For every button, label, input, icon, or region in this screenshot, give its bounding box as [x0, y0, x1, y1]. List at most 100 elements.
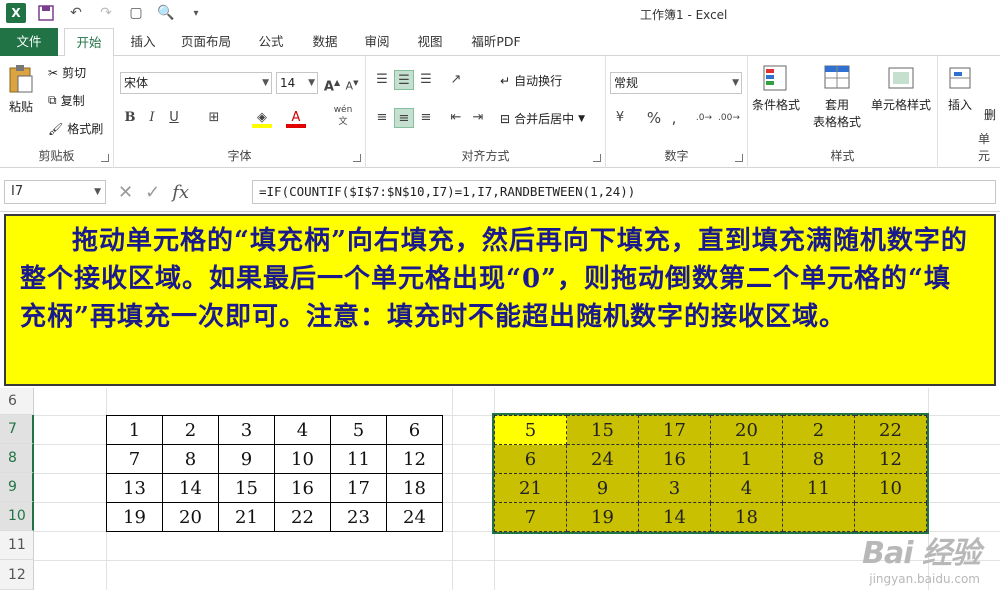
tab-view[interactable]: 视图: [415, 28, 445, 56]
table-cell[interactable]: 12: [386, 444, 443, 474]
row-header[interactable]: 8: [0, 444, 34, 473]
insert-function-icon[interactable]: fx: [172, 182, 189, 203]
table-cell[interactable]: 24: [566, 444, 639, 474]
tab-formulas[interactable]: 公式: [256, 28, 286, 56]
table-cell[interactable]: 18: [710, 502, 783, 532]
table-cell[interactable]: 1: [710, 444, 783, 474]
align-bottom-icon[interactable]: ☰: [416, 70, 436, 90]
tab-file[interactable]: 文件: [0, 28, 58, 56]
tab-home[interactable]: 开始: [64, 28, 114, 57]
align-left-icon[interactable]: ≡: [372, 108, 392, 128]
table-cell[interactable]: 2: [162, 415, 219, 445]
save-icon[interactable]: [36, 3, 56, 23]
decrease-indent-icon[interactable]: ⇤: [446, 108, 466, 128]
tab-foxit-pdf[interactable]: 福昕PDF: [468, 28, 524, 56]
table-cell[interactable]: 24: [386, 502, 443, 532]
delete-cells-button[interactable]: 删: [984, 106, 996, 123]
format-painter-button[interactable]: 🖌 格式刷: [48, 120, 103, 137]
print-preview-icon[interactable]: 🔍: [156, 3, 176, 23]
table-cell[interactable]: 17: [638, 415, 711, 445]
table-cell[interactable]: 8: [162, 444, 219, 474]
table-cell[interactable]: 20: [710, 415, 783, 445]
increase-decimal-icon[interactable]: .0→: [694, 108, 714, 128]
increase-indent-icon[interactable]: ⇥: [468, 108, 488, 128]
align-center-icon[interactable]: ≡: [394, 108, 414, 128]
table-cell[interactable]: 11: [330, 444, 387, 474]
table-cell[interactable]: 22: [854, 415, 927, 445]
table-cell[interactable]: 19: [106, 502, 163, 532]
conditional-format-button[interactable]: 条件格式: [750, 64, 802, 113]
grow-font-icon[interactable]: A▲: [322, 73, 342, 94]
row-header[interactable]: 6: [0, 388, 34, 415]
bold-button[interactable]: B: [120, 108, 140, 128]
percent-button[interactable]: %: [644, 108, 664, 128]
redo-icon[interactable]: ↷: [96, 3, 116, 23]
table-cell[interactable]: 16: [638, 444, 711, 474]
number-launcher-icon[interactable]: [735, 154, 743, 162]
table-cell[interactable]: 14: [638, 502, 711, 532]
table-cell[interactable]: 5: [330, 415, 387, 445]
clipboard-launcher-icon[interactable]: [101, 154, 109, 162]
align-right-icon[interactable]: ≡: [416, 108, 436, 128]
undo-icon[interactable]: ↶: [66, 3, 86, 23]
table-cell[interactable]: 21: [218, 502, 275, 532]
tab-data[interactable]: 数据: [310, 28, 340, 56]
orientation-icon[interactable]: ↗: [446, 70, 466, 90]
tab-review[interactable]: 审阅: [362, 28, 392, 56]
name-box[interactable]: I7 ▼: [4, 180, 106, 204]
table-cell[interactable]: 2: [782, 415, 855, 445]
font-launcher-icon[interactable]: [353, 154, 361, 162]
table-cell[interactable]: 7: [106, 444, 163, 474]
fill-color-icon[interactable]: ◈: [252, 108, 272, 128]
row-header[interactable]: 11: [0, 531, 34, 560]
borders-icon[interactable]: ⊞: [204, 108, 224, 128]
underline-button[interactable]: U: [164, 108, 184, 128]
table-cell[interactable]: 15: [218, 473, 275, 503]
row-header[interactable]: 10: [0, 502, 34, 531]
row-header[interactable]: 7: [0, 415, 34, 444]
table-cell[interactable]: 16: [274, 473, 331, 503]
table-cell[interactable]: 3: [218, 415, 275, 445]
table-cell[interactable]: 17: [330, 473, 387, 503]
table-cell[interactable]: 15: [566, 415, 639, 445]
table-cell[interactable]: 13: [106, 473, 163, 503]
font-name-select[interactable]: 宋体 ▼: [120, 72, 272, 94]
cell-styles-button[interactable]: 单元格样式: [866, 64, 936, 113]
row-header[interactable]: 9: [0, 473, 34, 502]
italic-button[interactable]: I: [142, 108, 162, 128]
table-cell[interactable]: 9: [566, 473, 639, 503]
worksheet-grid[interactable]: 6 7 8 9 10 11 12 123456 7 8 9 10 11 12 13 14 15…: [0, 388, 1000, 590]
accounting-format-icon[interactable]: ¥: [610, 108, 630, 128]
table-cell[interactable]: 7: [494, 502, 567, 532]
table-cell[interactable]: 6: [494, 444, 567, 474]
row-header[interactable]: 12: [0, 560, 34, 590]
table-cell[interactable]: 23: [330, 502, 387, 532]
table-cell[interactable]: 8: [782, 444, 855, 474]
table-cell[interactable]: 1: [106, 415, 163, 445]
paste-button[interactable]: 粘贴: [6, 64, 36, 115]
table-cell[interactable]: 4: [274, 415, 331, 445]
customize-qat-icon[interactable]: ▾: [186, 3, 206, 23]
format-as-table-button[interactable]: 套用 表格格式: [806, 64, 868, 130]
table-cell[interactable]: 10: [274, 444, 331, 474]
active-cell[interactable]: 5: [494, 415, 567, 445]
table-cell[interactable]: 6: [386, 415, 443, 445]
align-middle-icon[interactable]: ☰: [394, 70, 414, 90]
cancel-icon[interactable]: ✕: [118, 182, 133, 203]
font-color-icon[interactable]: A: [286, 108, 306, 128]
decrease-decimal-icon[interactable]: .00→: [718, 108, 740, 128]
table-cell[interactable]: 18: [386, 473, 443, 503]
table-cell[interactable]: 21: [494, 473, 567, 503]
phonetic-icon[interactable]: wén 文: [328, 104, 358, 127]
cut-button[interactable]: ✂ 剪切: [48, 64, 86, 81]
table-cell[interactable]: 14: [162, 473, 219, 503]
table-cell[interactable]: 4: [710, 473, 783, 503]
alignment-launcher-icon[interactable]: [593, 154, 601, 162]
table-cell[interactable]: 19: [566, 502, 639, 532]
number-format-select[interactable]: 常规 ▼: [610, 72, 742, 94]
table-cell[interactable]: 10: [854, 473, 927, 503]
copy-button[interactable]: ⧉ 复制: [48, 92, 85, 109]
table-cell[interactable]: [782, 502, 855, 532]
new-document-icon[interactable]: ▢: [126, 3, 146, 23]
tab-page-layout[interactable]: 页面布局: [180, 28, 232, 56]
